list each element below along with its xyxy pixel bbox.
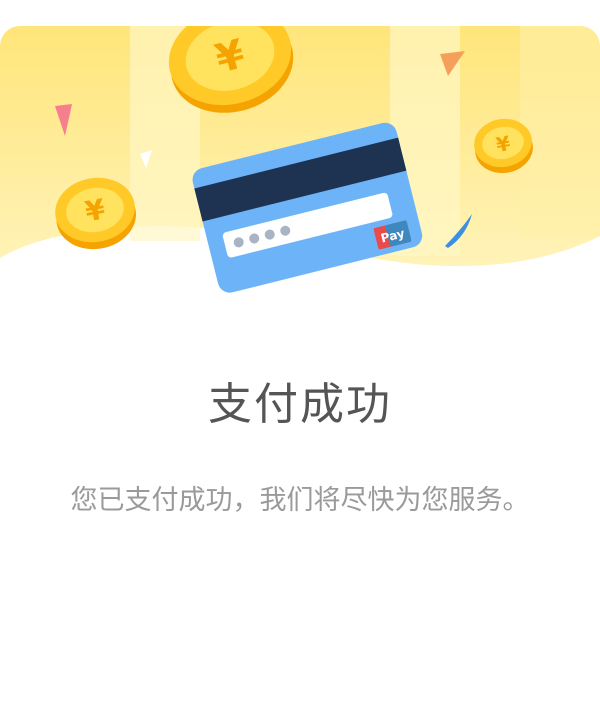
payment-success-illustration: ¥ ¥ ¥ Pay [0, 26, 600, 293]
page-title: 支付成功 [208, 379, 392, 430]
success-message: 您已支付成功，我们将尽快为您服务。 [70, 485, 530, 516]
payment-success-card: ¥ ¥ ¥ Pay 支付成功 您已支付成功，我们将尽快为您服务。 [0, 26, 600, 707]
